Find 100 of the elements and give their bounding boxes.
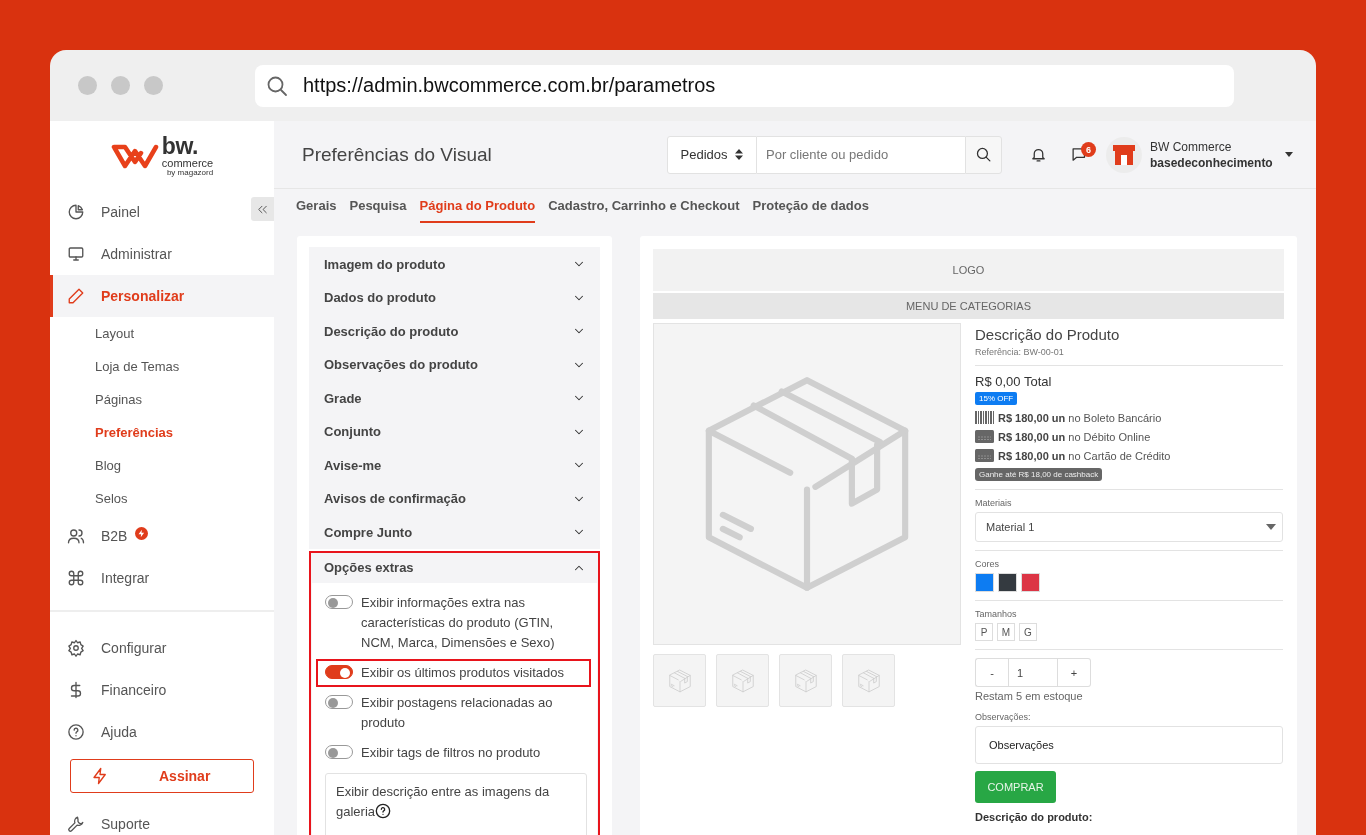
storefront-icon: [1113, 144, 1135, 165]
tab[interactable]: Gerais: [296, 198, 337, 223]
logo-label: LOGO: [952, 264, 985, 276]
color-swatch[interactable]: [975, 573, 994, 592]
sidebar-subitem[interactable]: Selos: [50, 482, 274, 515]
sidebar-item[interactable]: Ajuda: [50, 711, 274, 753]
toggle-switch[interactable]: [325, 694, 353, 709]
logo-byline: by magazord: [166, 169, 214, 177]
help-icon: [67, 723, 85, 741]
size-option[interactable]: M: [997, 623, 1015, 641]
sidebar-item[interactable]: Personalizar: [50, 275, 274, 317]
logo-mark-icon: [110, 142, 159, 170]
store-avatar[interactable]: [1106, 136, 1142, 173]
sidebar-item[interactable]: Painel: [50, 191, 237, 233]
sidebar-subitem[interactable]: Loja de Temas: [50, 350, 274, 383]
decrease-button[interactable]: -: [975, 658, 1008, 687]
option-label: Exibir informações extra nas características do produto (GTIN, NCM, Marca, Dimensões e Sexo): [361, 593, 556, 652]
product-reference: Referência: BW-00-01: [975, 347, 1065, 357]
sidebar-subitem[interactable]: Layout: [50, 317, 274, 350]
tab[interactable]: Página do Produto: [419, 198, 536, 223]
box-icon: [856, 668, 881, 693]
search-field[interactable]: Por cliente ou pedido: [757, 135, 965, 174]
sidebar-subitem[interactable]: Páginas: [50, 383, 274, 416]
pencil-icon: [67, 287, 85, 305]
tab[interactable]: Cadastro, Carrinho e Checkout: [548, 198, 740, 223]
product-title: Descrição do Produto: [975, 326, 1121, 343]
window-dot[interactable]: [144, 76, 163, 95]
color-swatch[interactable]: [998, 573, 1017, 592]
user-name: BW Commerce: [1150, 139, 1233, 154]
wrench-icon: [67, 815, 85, 833]
size-option[interactable]: G: [1019, 623, 1037, 641]
caret-icon[interactable]: [1285, 152, 1293, 157]
sidebar-item[interactable]: B2B: [50, 515, 274, 557]
field-label: Cores: [975, 559, 1000, 569]
address-bar[interactable]: https://admin.bwcommerce.com.br/parametros: [255, 64, 1234, 107]
lightning-icon: [91, 767, 109, 785]
sidebar-item[interactable]: Financeiro: [50, 669, 274, 711]
material-dropdown[interactable]: Material 1: [975, 512, 1283, 542]
monitor-icon: [67, 245, 85, 263]
settings-icon: [67, 639, 85, 657]
increase-button[interactable]: +: [1058, 658, 1091, 687]
bell-icon: [1030, 146, 1047, 163]
search-icon: [975, 146, 992, 163]
description-heading: Descrição do produto:: [975, 811, 1094, 823]
sidebar-item[interactable]: Configurar: [50, 627, 274, 669]
stock-note: Restam 5 em estoque: [975, 690, 1084, 702]
sidebar-subitem[interactable]: Preferências: [50, 416, 274, 449]
box-icon: [793, 668, 818, 693]
field-label: Materiais: [975, 498, 1013, 508]
color-swatch[interactable]: [1021, 573, 1040, 592]
total-price: R$ 0,00 Total: [975, 374, 1053, 389]
discount-badge: 15% OFF: [975, 392, 1018, 405]
toggle-switch[interactable]: [325, 594, 353, 609]
option-label: Exibir postagens relacionadas ao produto: [361, 693, 554, 732]
sort-caret-icon: [735, 149, 744, 160]
box-icon: [667, 668, 692, 693]
category-menu-bar: MENU DE CATEGORIAS: [653, 293, 1284, 319]
sidebar-item[interactable]: Administrar: [50, 233, 274, 275]
barcode-icon: [975, 411, 994, 424]
cashback-badge: Ganhe até R$ 18,00 de cashback: [975, 468, 1103, 481]
users-icon: [67, 527, 85, 545]
window-dot[interactable]: [78, 76, 97, 95]
tab[interactable]: Proteção de dados: [752, 198, 869, 223]
toggle-switch[interactable]: [325, 744, 353, 759]
thumbnail[interactable]: [842, 654, 895, 707]
sidebar-subitem[interactable]: Blog: [50, 449, 274, 482]
store-name: basedeconhecimento: [1150, 155, 1274, 170]
search-scope-select[interactable]: Pedidos: [667, 135, 757, 174]
field-label: Observações:: [975, 712, 1032, 722]
subscribe-button[interactable]: Assinar: [70, 759, 254, 793]
thumbnail[interactable]: [653, 654, 706, 707]
sidebar-item[interactable]: Suporte: [50, 803, 274, 835]
select-field[interactable]: Exibir descrição entre as imagens da galeria: [325, 772, 587, 835]
price-line: R$ 180,00 un no Débito Online: [998, 430, 1151, 443]
sidebar-item[interactable]: Integrar: [50, 557, 274, 599]
chat-icon: [1071, 146, 1088, 163]
window-dot[interactable]: [111, 76, 130, 95]
notes-field[interactable]: Observações: [975, 726, 1283, 764]
logo-tagline: commerce: [161, 158, 214, 169]
option-label: Exibir tags de filtros no produto: [361, 743, 541, 762]
field-label: Tamanhos: [975, 609, 1018, 619]
size-option[interactable]: P: [975, 623, 993, 641]
card-icon: [975, 430, 994, 443]
box-icon: [730, 668, 755, 693]
search-button[interactable]: [965, 135, 1002, 174]
price-line: R$ 180,00 un no Cartão de Crédito: [998, 449, 1171, 462]
page-title: Preferências do Visual: [302, 143, 493, 166]
quantity-field[interactable]: 1: [1008, 658, 1058, 687]
collapse-button[interactable]: [251, 197, 274, 221]
thumbnail[interactable]: [779, 654, 832, 707]
price-line: R$ 180,00 un no Boleto Bancário: [998, 411, 1162, 424]
toggle-switch[interactable]: [325, 664, 353, 679]
card-icon: [975, 449, 994, 462]
tab[interactable]: Pesquisa: [349, 198, 407, 223]
caret-icon: [1266, 524, 1276, 530]
command-icon: [67, 569, 85, 587]
thumbnail[interactable]: [716, 654, 769, 707]
option-label: Exibir os últimos produtos visitados: [361, 663, 565, 682]
logo-name: bw.: [161, 135, 199, 158]
pie-chart-icon: [67, 203, 85, 221]
